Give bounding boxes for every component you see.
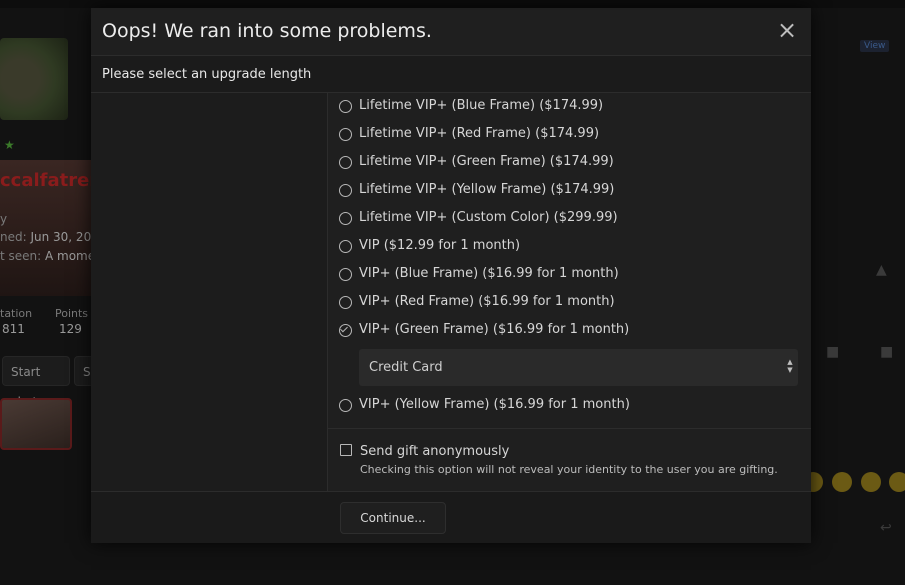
- online-indicator-icon: ★: [4, 138, 15, 152]
- modal-title: Oops! We ran into some problems.: [102, 20, 432, 42]
- background-like-icon: ▲: [876, 262, 887, 278]
- background-start-chat-button: Start chat: [2, 356, 70, 409]
- option-label: Lifetime VIP+ (Blue Frame) ($174.99): [359, 98, 604, 113]
- background-thumbnail: [0, 398, 72, 450]
- error-message-bar: Please select an upgrade length: [91, 55, 811, 93]
- radio-button[interactable]: [339, 268, 352, 281]
- form-label-column: [91, 93, 328, 491]
- error-modal: Oops! We ran into some problems. × Pleas…: [91, 8, 811, 543]
- option-label: VIP ($12.99 for 1 month): [359, 238, 521, 253]
- radio-button[interactable]: [339, 100, 352, 113]
- option-label: VIP+ (Blue Frame) ($16.99 for 1 month): [359, 266, 619, 281]
- radio-button[interactable]: [339, 212, 352, 225]
- continue-button[interactable]: Continue...: [340, 502, 446, 534]
- radio-button[interactable]: [339, 156, 352, 169]
- radio-button[interactable]: [339, 184, 352, 197]
- option-label: Lifetime VIP+ (Green Frame) ($174.99): [359, 154, 614, 169]
- background-tag: View: [860, 40, 890, 52]
- background-avatar: [0, 38, 68, 120]
- background-emoji-icon: [861, 472, 881, 492]
- background-stat-value: 811: [2, 322, 25, 336]
- background-top-bar: [0, 0, 905, 8]
- gift-anonymous-hint: Checking this option will not reveal you…: [360, 463, 778, 476]
- option-label: VIP+ (Green Frame) ($16.99 for 1 month): [359, 322, 630, 337]
- option-label: Lifetime VIP+ (Custom Color) ($299.99): [359, 210, 618, 225]
- background-stat-label: tation: [0, 307, 33, 320]
- payment-method-value: Credit Card: [369, 360, 443, 375]
- background-emoji-icon: [832, 472, 852, 492]
- radio-button[interactable]: [339, 128, 352, 141]
- option-label: Lifetime VIP+ (Red Frame) ($174.99): [359, 126, 600, 141]
- background-save-icon: ■: [826, 344, 840, 360]
- option-label: Lifetime VIP+ (Yellow Frame) ($174.99): [359, 182, 615, 197]
- gift-anonymous-checkbox[interactable]: [340, 444, 352, 456]
- background-emoji-icon: [889, 472, 905, 492]
- close-icon[interactable]: ×: [775, 18, 799, 42]
- background-stat-value: 129: [59, 322, 82, 336]
- background-share-icon: ■: [880, 344, 894, 360]
- background-reply-icon: ↩: [880, 520, 892, 536]
- modal-header: Oops! We ran into some problems. ×: [91, 8, 811, 55]
- error-message: Please select an upgrade length: [102, 67, 312, 82]
- payment-method-select[interactable]: Credit Card ▲ ▼: [359, 349, 798, 386]
- background-stat-label: Points: [55, 307, 89, 320]
- modal-footer: Continue...: [91, 491, 811, 543]
- modal-body: Lifetime VIP+ (Blue Frame) ($174.99) Lif…: [91, 93, 811, 491]
- radio-button[interactable]: [339, 399, 352, 412]
- updown-arrows-icon: ▲ ▼: [787, 358, 793, 374]
- option-label: VIP+ (Yellow Frame) ($16.99 for 1 month): [359, 397, 630, 412]
- background-profile-line: y: [0, 212, 8, 226]
- gift-anonymous-label[interactable]: Send gift anonymously: [360, 444, 509, 459]
- divider: [328, 428, 811, 429]
- radio-button[interactable]: [339, 240, 352, 253]
- radio-button-selected[interactable]: [339, 324, 352, 337]
- option-label: VIP+ (Red Frame) ($16.99 for 1 month): [359, 294, 615, 309]
- radio-button[interactable]: [339, 296, 352, 309]
